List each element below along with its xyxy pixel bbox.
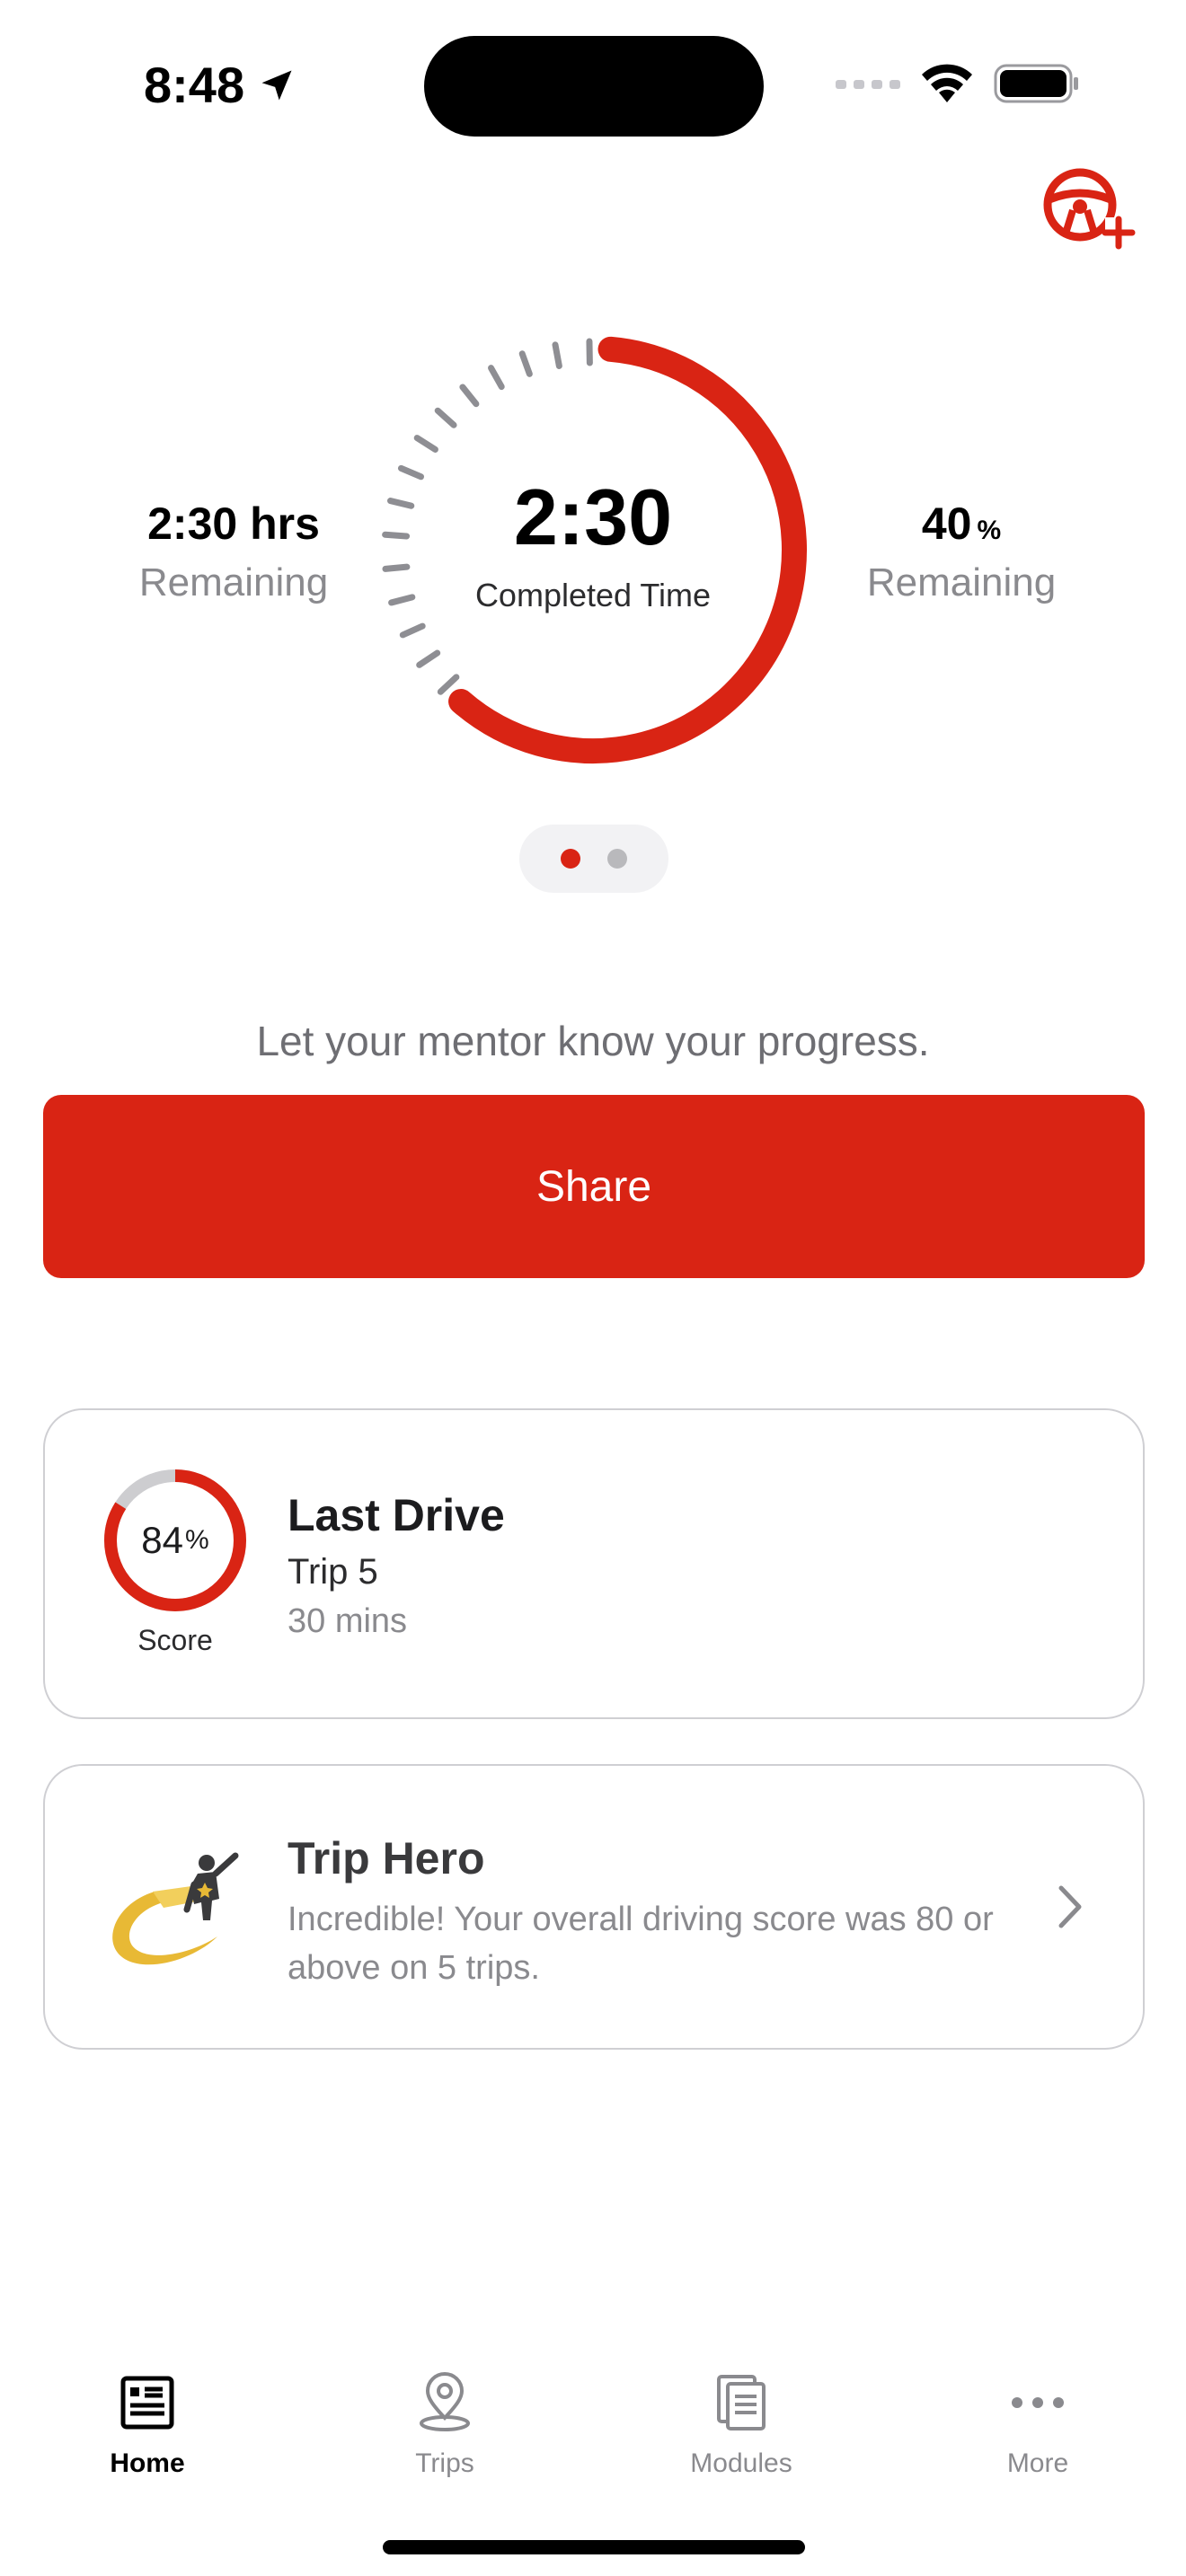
tab-home[interactable]: Home <box>58 2371 237 2479</box>
time-remaining-value: 2:30 hrs <box>147 498 320 549</box>
status-time-text: 8:48 <box>144 57 245 113</box>
score-unit: % <box>185 1525 209 1555</box>
completed-time-label: Completed Time <box>474 577 712 613</box>
battery-icon <box>994 64 1078 103</box>
more-dots-icon <box>1012 2397 1064 2408</box>
signal-icon <box>836 80 900 89</box>
documents-icon <box>717 2375 766 2430</box>
trip-hero-badge-icon <box>112 1852 239 1965</box>
achievement-title: Trip Hero <box>288 1833 485 1883</box>
time-remaining-label: Remaining <box>138 560 329 604</box>
mentor-prompt: Let your mentor know your progress. <box>256 1018 930 1064</box>
score-label: Score <box>137 1624 213 1656</box>
steering-wheel-add-icon <box>1043 168 1136 250</box>
tab-modules-label: Modules <box>690 2448 792 2478</box>
achievement-description: Incredible! Your overall driving score w… <box>288 1901 994 1987</box>
score-number: 84 <box>141 1519 184 1561</box>
percent-remaining-stat: 40% Remaining <box>827 498 1096 605</box>
completed-time-value: 2:30 <box>513 472 673 561</box>
last-drive-trip: Trip 5 <box>288 1552 378 1592</box>
status-bar-indicators <box>836 63 1080 104</box>
score-value: 84% <box>99 1464 252 1617</box>
tab-more-label: More <box>1006 2448 1069 2478</box>
home-indicator <box>383 2540 805 2554</box>
progress-ring-center: 2:30 Completed Time <box>368 325 818 774</box>
last-drive-duration: 30 mins <box>288 1602 408 1640</box>
tab-home-label: Home <box>110 2448 185 2478</box>
map-pin-icon <box>420 2372 470 2431</box>
percent-remaining-value: 40% <box>827 498 1096 550</box>
tab-trips-label: Trips <box>415 2448 474 2478</box>
percent-remaining-number: 40 <box>921 498 972 549</box>
status-bar-time: 8:48 <box>144 56 296 114</box>
tab-trips[interactable]: Trips <box>355 2371 535 2479</box>
last-drive-card[interactable]: 84% Score Last Drive Trip 5 30 mins <box>43 1408 1145 1719</box>
last-drive-title: Last Drive <box>288 1490 505 1540</box>
page-indicator[interactable] <box>519 825 668 893</box>
tab-modules[interactable]: Modules <box>651 2371 831 2479</box>
percent-remaining-unit: % <box>977 516 1002 545</box>
progress-ring[interactable]: 2:30 Completed Time <box>368 325 818 774</box>
location-arrow-icon <box>261 70 292 100</box>
tab-more[interactable]: More <box>948 2371 1128 2479</box>
percent-remaining-label: Remaining <box>866 560 1057 604</box>
add-drive-button[interactable] <box>1042 167 1136 257</box>
wifi-icon <box>922 64 972 102</box>
dynamic-island <box>424 36 764 137</box>
tab-bar: Home Trips Modules More <box>0 2353 1186 2515</box>
page-dot-1[interactable] <box>561 849 580 869</box>
home-document-icon <box>120 2376 174 2430</box>
time-remaining-stat: 2:30 hrs Remaining <box>108 498 359 605</box>
chevron-right-icon <box>1058 1885 1082 1928</box>
trip-hero-card[interactable]: Trip Hero Incredible! Your overall drivi… <box>43 1764 1145 2050</box>
page-dot-2[interactable] <box>607 849 627 869</box>
share-button[interactable]: Share <box>43 1095 1145 1278</box>
